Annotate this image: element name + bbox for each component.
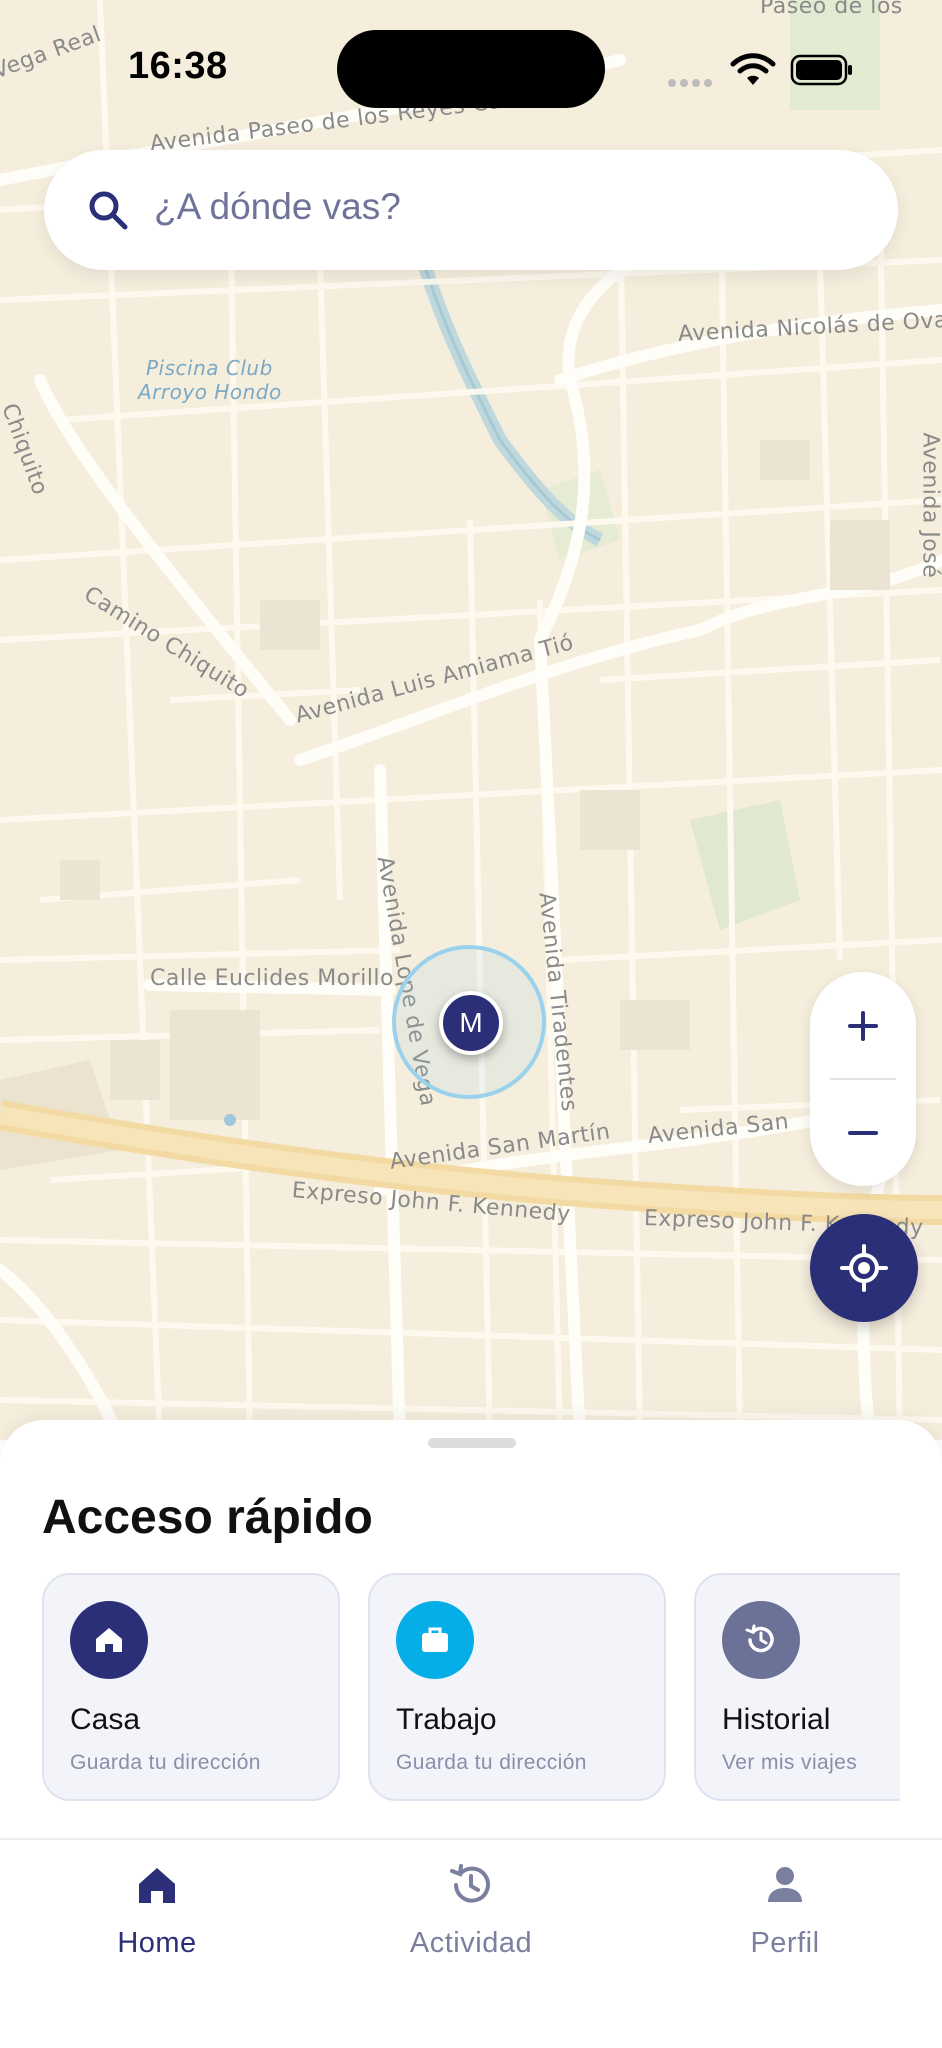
- battery-icon: [790, 54, 852, 86]
- map-label-euclides: Calle Euclides Morillo: [150, 966, 394, 991]
- status-time: 16:38: [128, 45, 228, 87]
- history-icon: [450, 1864, 490, 1903]
- user-location-marker[interactable]: M: [439, 991, 503, 1055]
- bottom-nav: Home Actividad Perfil: [0, 1840, 942, 2048]
- card-subtitle: Guarda tu dirección: [70, 1751, 261, 1774]
- tab-profile[interactable]: Perfil: [675, 1860, 895, 1980]
- zoom-controls: [810, 972, 916, 1186]
- search-icon: [89, 191, 128, 230]
- signal-dots-icon: [668, 74, 718, 87]
- tab-label: Actividad: [409, 1927, 533, 1959]
- quick-card-history[interactable]: Historial Ver mis viajes: [694, 1573, 900, 1801]
- zoom-out-button[interactable]: [810, 1079, 916, 1186]
- tab-home[interactable]: Home: [47, 1860, 267, 1980]
- zoom-in-button[interactable]: [810, 972, 916, 1079]
- tab-label: Home: [117, 1927, 197, 1959]
- person-icon: [768, 1867, 802, 1902]
- search-bar[interactable]: ¿A dónde vas?: [44, 150, 898, 270]
- home-icon: [70, 1601, 148, 1679]
- card-subtitle: Guarda tu dirección: [396, 1751, 587, 1774]
- card-title: Trabajo: [396, 1703, 497, 1736]
- status-bar: 16:38: [0, 0, 942, 140]
- quick-access-cards[interactable]: Casa Guarda tu dirección Trabajo Guarda …: [42, 1573, 900, 1805]
- minus-icon: [848, 1130, 878, 1135]
- map-label-piscina: Piscina Club: [146, 356, 273, 380]
- quick-card-work[interactable]: Trabajo Guarda tu dirección: [368, 1573, 666, 1801]
- crosshair-icon: [840, 1244, 888, 1292]
- home-icon: [139, 1868, 175, 1903]
- card-title: Casa: [70, 1703, 141, 1736]
- locate-me-button[interactable]: [810, 1214, 918, 1322]
- history-icon: [722, 1601, 800, 1679]
- plus-icon: [848, 1010, 878, 1041]
- map-label-arroyo-hondo: Arroyo Hondo: [138, 380, 282, 404]
- tab-label: Perfil: [750, 1927, 820, 1959]
- card-title: Historial: [722, 1703, 831, 1736]
- sheet-handle[interactable]: [428, 1438, 516, 1448]
- marker-initial: M: [459, 1007, 483, 1038]
- map-label-avenida-jose: Avenida José: [917, 432, 942, 579]
- search-placeholder: ¿A dónde vas?: [154, 186, 401, 227]
- tab-activity[interactable]: Actividad: [361, 1860, 581, 1980]
- dynamic-island: [337, 30, 605, 108]
- briefcase-icon: [396, 1601, 474, 1679]
- card-subtitle: Ver mis viajes: [722, 1751, 858, 1774]
- quick-card-home[interactable]: Casa Guarda tu dirección: [42, 1573, 340, 1801]
- quick-access-title: Acceso rápido: [42, 1491, 373, 1544]
- wifi-icon: [730, 53, 776, 85]
